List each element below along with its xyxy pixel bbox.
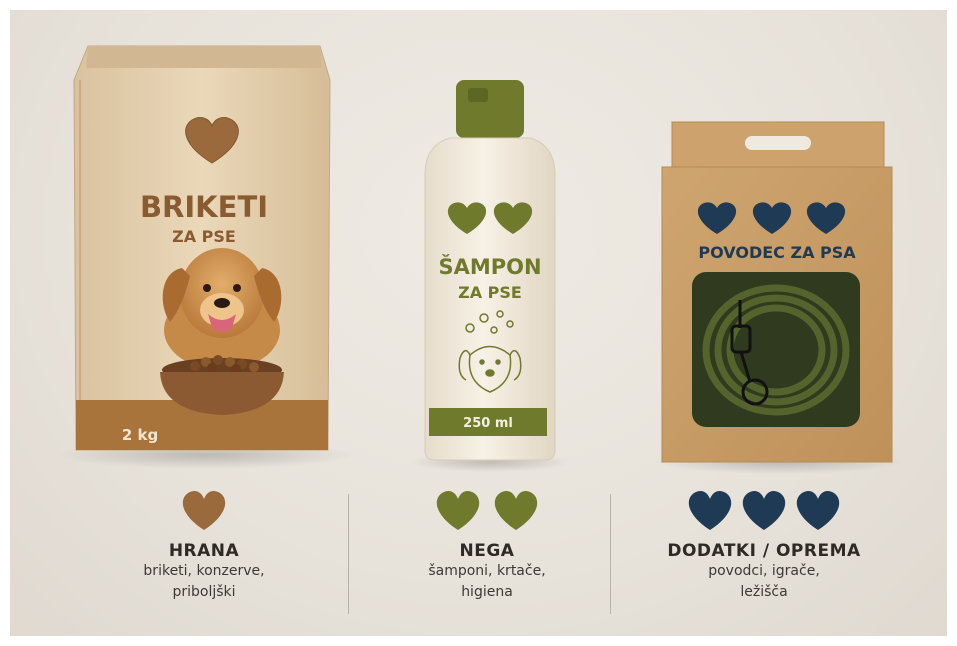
category-title: HRANA [168, 541, 240, 561]
heart-icon [796, 490, 840, 530]
category-title: NEGA [459, 541, 515, 561]
category-desc-line2: ležišča [740, 584, 788, 600]
heart-icon [742, 490, 786, 530]
category-desc-line1: briketi, konzerve, [143, 563, 265, 579]
category-food: HRANA briketi, konzerve, priboljški [104, 541, 304, 603]
category-title: DODATKI / OPREMA [667, 541, 861, 561]
divider [610, 494, 611, 614]
heart-icon [494, 490, 538, 530]
category-desc-line2: priboljški [172, 584, 236, 600]
category-desc-line1: šamponi, krtače, [428, 563, 546, 579]
product-scene: BRIKETI ZA PSE 2 kg ŠAMPON ZA PSE 250 ml… [10, 10, 947, 636]
heart-icon [182, 490, 226, 530]
category-care: NEGA šamponi, krtače, higiena [387, 541, 587, 603]
category-accessories: DODATKI / OPREMA povodci, igrače, ležišč… [644, 541, 884, 603]
category-desc-line2: higiena [461, 584, 513, 600]
heart-icon [688, 490, 732, 530]
category-desc-line1: povodci, igrače, [708, 563, 820, 579]
divider [348, 494, 349, 614]
heart-icon [436, 490, 480, 530]
